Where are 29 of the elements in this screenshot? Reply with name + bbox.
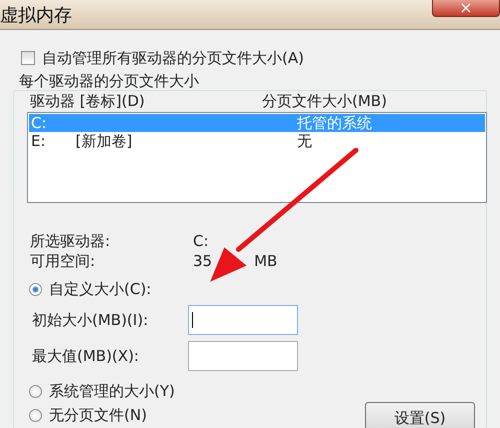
field-label: 初始大小(MB)(I): <box>32 310 150 330</box>
info-label: 可用空间: <box>30 251 96 271</box>
info-value: C: <box>193 231 210 251</box>
input-field[interactable] <box>188 341 298 371</box>
radio-label: 无分页文件(N) <box>49 406 147 424</box>
info-label: 所选驱动器: <box>30 231 112 251</box>
radio-button[interactable] <box>29 282 42 296</box>
drive-letter: E: <box>31 132 46 150</box>
checkbox-label: 自动管理所有驱动器的分页文件大小(A) <box>42 48 304 68</box>
list-row[interactable]: E: [新加卷] 无 <box>29 132 485 150</box>
drive-letter: C: <box>31 114 47 132</box>
page-file-size: 无 <box>296 132 313 150</box>
info-value: 35 <box>193 251 212 271</box>
input-field[interactable] <box>188 305 298 335</box>
column-header: 驱动器 [卷标](D) <box>30 92 146 111</box>
volume-label: [新加卷] <box>76 132 132 150</box>
radio-label: 自定义大小(C): <box>49 280 152 298</box>
group-title: 每个驱动器的分页文件大小 <box>19 72 200 90</box>
field-label: 最大值(MB)(X): <box>32 346 140 366</box>
window-title: 虚拟内存 <box>0 4 72 27</box>
info-unit: MB <box>254 251 278 271</box>
text-cursor <box>192 312 193 328</box>
column-header: 分页文件大小(MB) <box>262 92 388 111</box>
page-file-size: 托管的系统 <box>296 114 373 132</box>
radio-button[interactable] <box>29 408 42 422</box>
radio-button[interactable] <box>29 384 42 398</box>
checkbox[interactable] <box>21 51 35 65</box>
radio-label: 系统管理的大小(Y) <box>49 382 175 400</box>
set-button[interactable]: 设置(S) <box>365 402 475 428</box>
